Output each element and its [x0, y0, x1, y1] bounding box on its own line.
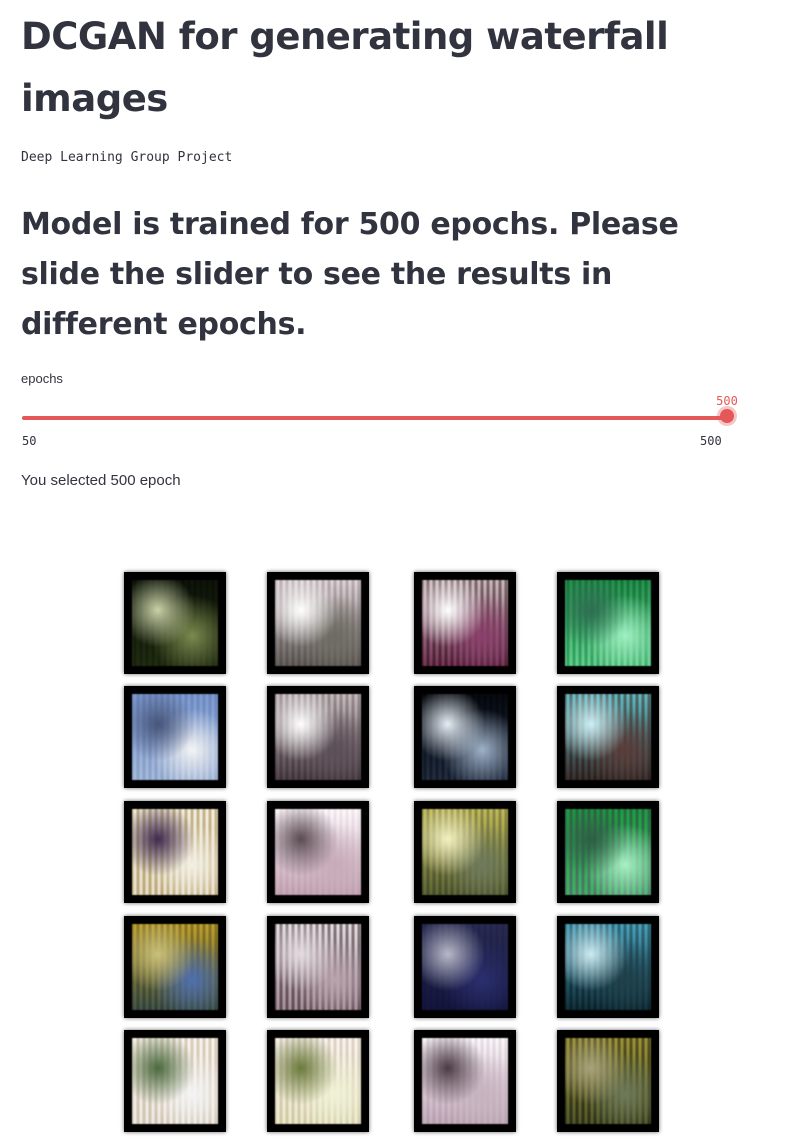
generated-image-6 — [267, 686, 369, 788]
generated-image-7 — [414, 686, 516, 788]
generated-image-pixels — [132, 694, 218, 780]
generated-image-3 — [414, 572, 516, 674]
generated-image-pixels — [422, 580, 508, 666]
generated-image-18 — [267, 1030, 369, 1132]
generated-image-pixels — [565, 924, 651, 1010]
generated-image-pixels — [275, 694, 361, 780]
slider-fill — [22, 416, 727, 420]
selected-epoch-text: You selected 500 epoch — [21, 472, 181, 489]
generated-image-pixels — [565, 1038, 651, 1124]
slider-label: epochs — [21, 371, 63, 386]
generated-image-pixels — [275, 924, 361, 1010]
generated-image-pixels — [132, 1038, 218, 1124]
generated-image-2 — [267, 572, 369, 674]
generated-image-19 — [414, 1030, 516, 1132]
generated-image-pixels — [132, 924, 218, 1010]
generated-image-11 — [414, 801, 516, 903]
generated-image-pixels — [132, 809, 218, 895]
generated-image-12 — [557, 801, 659, 903]
generated-image-14 — [267, 916, 369, 1018]
generated-image-pixels — [565, 580, 651, 666]
generated-image-pixels — [565, 809, 651, 895]
training-info-heading: Model is trained for 500 epochs. Please … — [21, 207, 679, 342]
slider-thumb[interactable] — [720, 409, 734, 423]
slider-max-label: 500 — [700, 434, 722, 448]
generated-image-pixels — [422, 809, 508, 895]
slider-track[interactable] — [22, 416, 727, 420]
generated-image-1 — [124, 572, 226, 674]
page-subtitle: Deep Learning Group Project — [21, 150, 233, 165]
generated-images-grid — [124, 572, 664, 1137]
generated-image-13 — [124, 916, 226, 1018]
generated-image-pixels — [422, 1038, 508, 1124]
generated-image-pixels — [422, 694, 508, 780]
slider-min-label: 50 — [22, 434, 37, 448]
slider-current-value: 500 — [716, 394, 738, 408]
generated-image-pixels — [275, 809, 361, 895]
generated-image-pixels — [275, 1038, 361, 1124]
generated-image-4 — [557, 572, 659, 674]
generated-image-pixels — [565, 694, 651, 780]
generated-image-20 — [557, 1030, 659, 1132]
page-title: DCGAN for generating waterfall images — [21, 15, 669, 120]
generated-image-5 — [124, 686, 226, 788]
generated-image-15 — [414, 916, 516, 1018]
generated-image-10 — [267, 801, 369, 903]
generated-image-9 — [124, 801, 226, 903]
generated-image-16 — [557, 916, 659, 1018]
generated-image-8 — [557, 686, 659, 788]
generated-image-pixels — [132, 580, 218, 666]
generated-image-17 — [124, 1030, 226, 1132]
generated-image-pixels — [275, 580, 361, 666]
generated-image-pixels — [422, 924, 508, 1010]
